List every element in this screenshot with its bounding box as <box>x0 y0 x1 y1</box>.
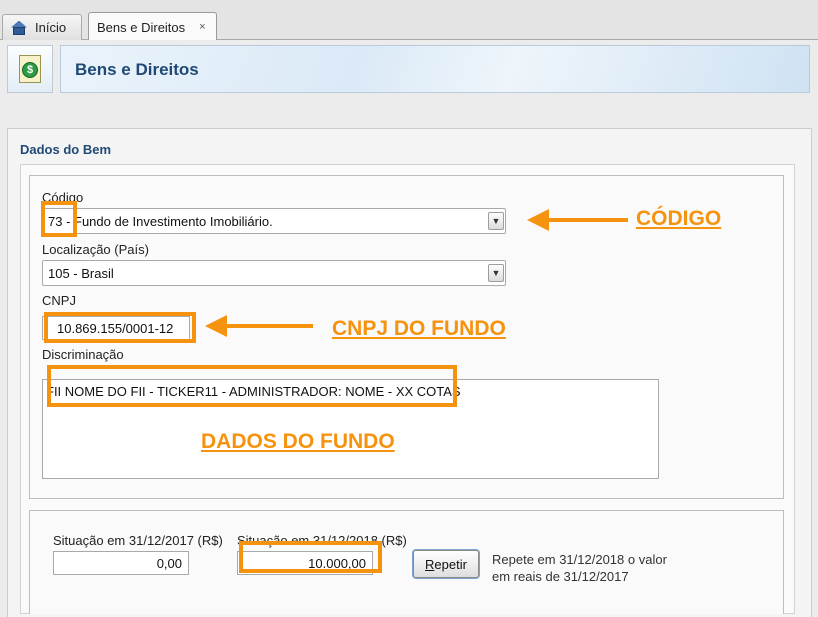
situacao-box: Situação em 31/12/2017 (R$) 0,00 Situaçã… <box>29 510 784 614</box>
cnpj-annotation: CNPJ DO FUNDO <box>332 317 506 340</box>
repetir-label: epetir <box>434 556 467 572</box>
tab-bens-e-direitos[interactable]: Bens e Direitos × <box>88 12 217 41</box>
codigo-label: Código <box>42 190 84 205</box>
codigo-arrow-line <box>545 218 628 222</box>
tab-inicio[interactable]: Início <box>2 14 82 40</box>
close-icon[interactable]: × <box>199 21 205 33</box>
codigo-value: 73 - Fundo de Investimento Imobiliário. <box>48 213 273 229</box>
situacao-2018-label: Situação em 31/12/2018 (R$) <box>237 533 407 548</box>
codigo-annotation: CÓDIGO <box>636 207 722 230</box>
cnpj-value: 10.869.155/0001-12 <box>57 320 174 336</box>
help-line-2: em reais de 31/12/2017 <box>492 569 629 584</box>
outer-box: Código 73 - Fundo de Investimento Imobil… <box>20 164 795 614</box>
discriminacao-label: Discriminação <box>42 347 124 362</box>
situacao-2017-input[interactable]: 0,00 <box>53 551 189 575</box>
chevron-down-icon[interactable]: ▼ <box>488 264 504 282</box>
discriminacao-value: FII NOME DO FII - TICKER11 - ADMINISTRAD… <box>46 384 461 399</box>
localizacao-label: Localização (País) <box>42 242 149 257</box>
situacao-2017-value: 0,00 <box>156 555 182 571</box>
section-title: Dados do Bem <box>20 142 112 157</box>
repetir-mnemonic: R <box>425 556 435 572</box>
codigo-select[interactable]: 73 - Fundo de Investimento Imobiliário. … <box>42 208 506 234</box>
discriminacao-textarea[interactable]: FII NOME DO FII - TICKER11 - ADMINISTRAD… <box>42 379 659 479</box>
tab-strip: Início Bens e Direitos × <box>0 0 818 41</box>
header-banner: Bens e Direitos <box>60 45 810 93</box>
cnpj-arrow-line <box>223 324 313 328</box>
page-title: Bens e Direitos <box>75 60 199 79</box>
header-icon-box: $ <box>7 45 53 93</box>
money-document-icon: $ <box>19 55 41 83</box>
situacao-2017-label: Situação em 31/12/2017 (R$) <box>53 533 223 548</box>
dados-annotation: DADOS DO FUNDO <box>201 430 395 453</box>
tab-inicio-label: Início <box>35 20 67 35</box>
cnpj-label: CNPJ <box>42 293 76 308</box>
tab-bens-label: Bens e Direitos <box>97 19 186 35</box>
localizacao-value: 105 - Brasil <box>48 265 114 281</box>
main-panel: Dados do Bem Código 73 - Fundo de Invest… <box>7 128 812 617</box>
home-icon <box>11 20 27 35</box>
repetir-help-text: Repete em 31/12/2018 o valor em reais de… <box>492 551 667 585</box>
situacao-2018-input[interactable]: 10.000,00 <box>237 551 373 575</box>
localizacao-select[interactable]: 105 - Brasil ▼ <box>42 260 506 286</box>
chevron-down-icon[interactable]: ▼ <box>488 212 504 230</box>
help-line-1: Repete em 31/12/2018 o valor <box>492 552 667 567</box>
repetir-button[interactable]: Repetir <box>413 550 479 578</box>
cnpj-input[interactable]: 10.869.155/0001-12 <box>42 316 190 340</box>
situacao-2018-value: 10.000,00 <box>308 555 366 571</box>
